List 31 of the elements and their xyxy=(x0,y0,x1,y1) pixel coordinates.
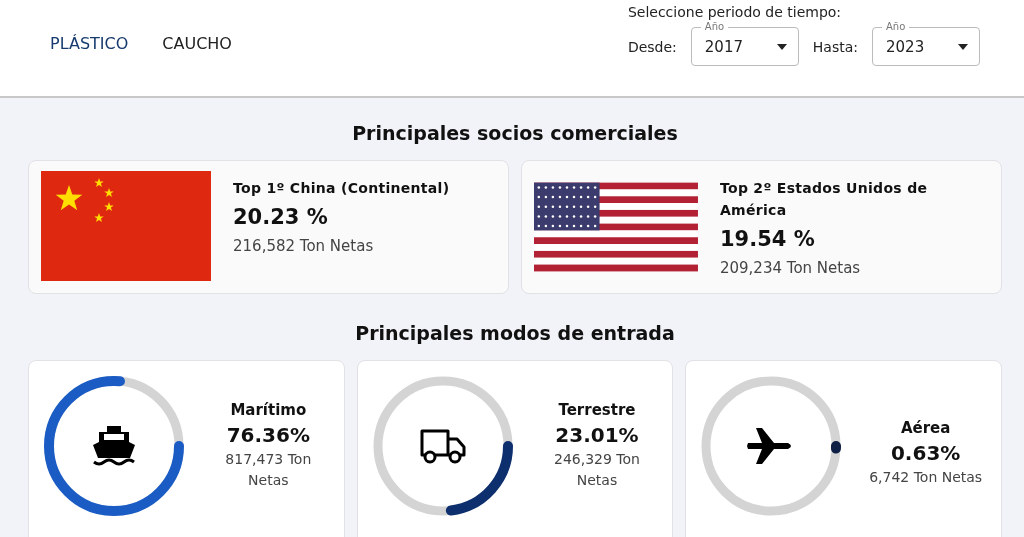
mode-tons: 246,329 Ton Netas xyxy=(553,450,641,490)
category-tab[interactable]: PLÁSTICO xyxy=(50,34,129,53)
mode-tons: 6,742 Ton Netas xyxy=(869,468,983,487)
china-flag-icon xyxy=(41,171,211,281)
mode-name: Marítimo xyxy=(230,401,307,419)
to-label: Hasta: xyxy=(812,39,858,55)
section-title: Principales modos de entrada xyxy=(354,322,676,344)
category-tab[interactable]: CAUCHO xyxy=(162,34,232,53)
year-select[interactable]: Año 2023 xyxy=(872,20,980,66)
mode-name: Aérea xyxy=(900,419,951,437)
partner-percent: 20.23 % xyxy=(233,205,329,229)
period-title: Seleccione periodo de tiempo: xyxy=(627,4,843,20)
section-title: Principales socios comerciales xyxy=(351,122,679,144)
partner-tons: 209,234 Ton Netas xyxy=(719,259,862,277)
year-value: 2023 xyxy=(886,38,925,56)
partner-title: Top 1º China (Continental) xyxy=(233,179,450,198)
partner-tons: 216,582 Ton Netas xyxy=(233,237,375,255)
usa-flag-icon xyxy=(534,181,698,273)
from-label: Desde: xyxy=(627,39,677,55)
mode-percent: 23.01% xyxy=(555,423,639,447)
mode-percent: 76.36% xyxy=(226,423,310,447)
year-select[interactable]: Año 2017 xyxy=(690,20,799,66)
year-value: 2017 xyxy=(704,38,743,56)
mode-name: Terrestre xyxy=(558,401,636,419)
mode-tons: 817,473 Ton Netas xyxy=(224,450,313,490)
caret-icon xyxy=(776,44,787,50)
caret-icon xyxy=(958,44,968,50)
partner-percent: 19.54 % xyxy=(719,227,816,251)
mode-percent: 0.63% xyxy=(890,441,961,465)
partner-title: Top 2º Estados Unidos de América xyxy=(719,179,929,220)
truck-icon xyxy=(418,427,467,465)
